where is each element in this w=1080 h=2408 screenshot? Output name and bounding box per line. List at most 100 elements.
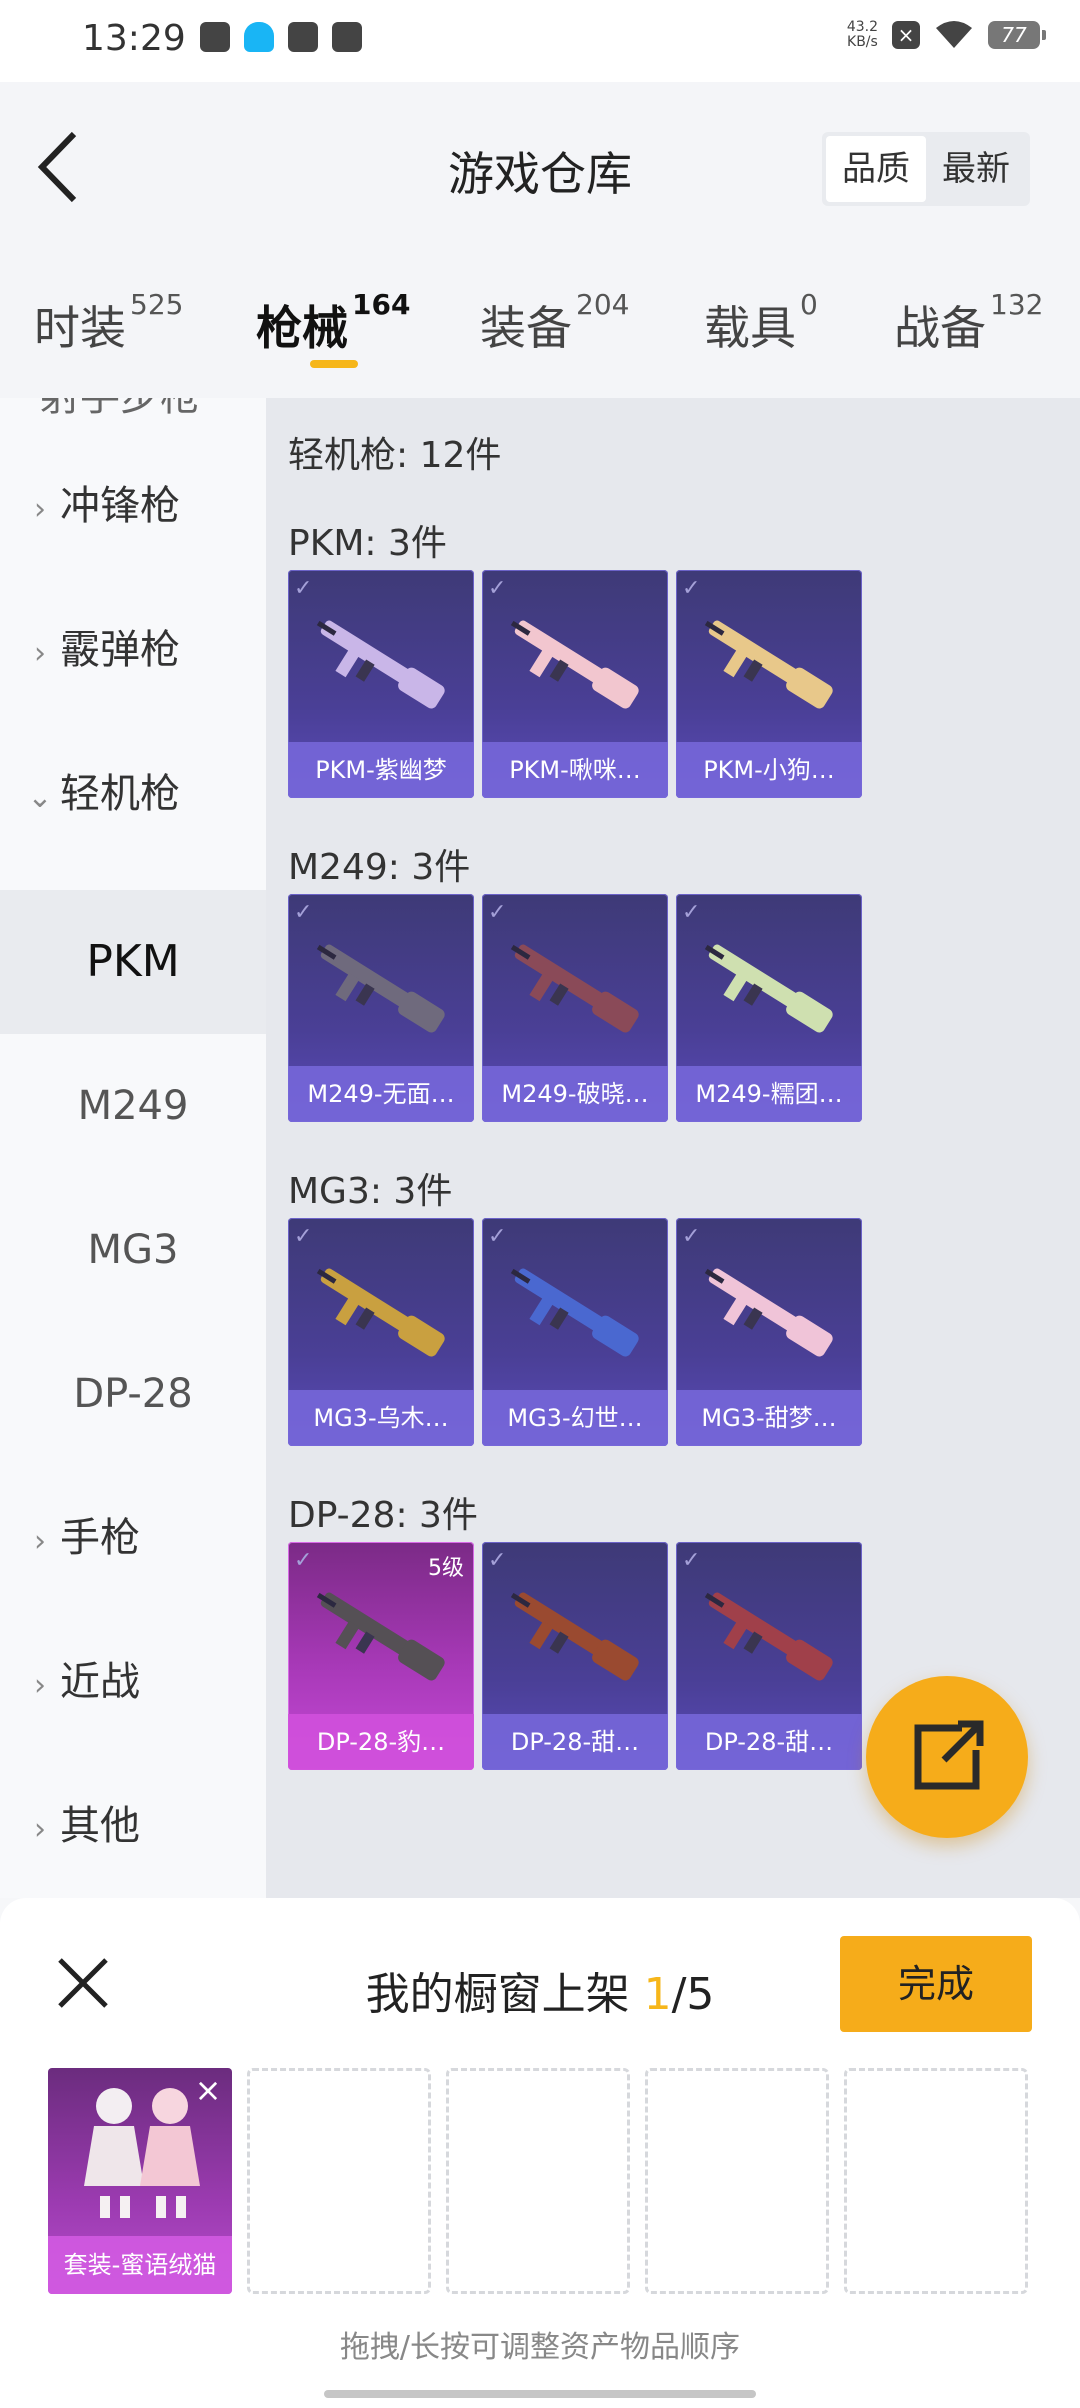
item-card[interactable]: ✓ M249-糯团…	[676, 894, 862, 1122]
tab-label: 战备	[894, 301, 986, 355]
close-box-icon: ×	[892, 21, 920, 49]
tab-label: 载具	[704, 301, 796, 355]
share-button[interactable]	[866, 1676, 1028, 1838]
tab-label: 时装	[34, 301, 126, 355]
item-name: DP-28-甜…	[482, 1714, 668, 1770]
gun-thumbnail	[704, 1592, 833, 1681]
sidebar-item-pistol[interactable]: › 手枪	[0, 1466, 266, 1610]
sidebar-sub-m249[interactable]: M249	[0, 1034, 266, 1178]
sort-newest-button[interactable]: 最新	[926, 136, 1026, 202]
chevron-right-icon: ›	[34, 492, 46, 527]
item-card[interactable]: ✓ MG3-幻世…	[482, 1218, 668, 1446]
tab-count: 204	[576, 288, 630, 321]
header: 游戏仓库 品质 最新	[0, 82, 1080, 252]
showcase-slot-2[interactable]	[247, 2068, 431, 2294]
gun-thumbnail	[704, 620, 833, 709]
chevron-right-icon: ›	[34, 1668, 46, 1703]
done-button[interactable]: 完成	[840, 1936, 1032, 2032]
category-tabs: 时装 525 枪械 164 装备 204 载具 0 战备 132	[0, 252, 1080, 398]
tab-guns[interactable]: 枪械 164	[256, 288, 410, 358]
item-name: PKM-紫幽梦	[288, 742, 474, 798]
showcase-slot-4[interactable]	[645, 2068, 829, 2294]
checkmark-icon: ✓	[682, 576, 701, 601]
gun-thumbnail	[510, 1268, 639, 1357]
gun-thumbnail	[704, 944, 833, 1033]
checkmark-icon: ✓	[294, 1224, 313, 1249]
item-name: DP-28-豹…	[288, 1714, 474, 1770]
item-name: MG3-幻世…	[482, 1390, 668, 1446]
checkmark-icon: ✓	[682, 1224, 701, 1249]
gun-thumbnail	[316, 1592, 445, 1681]
group-title: DP-28: 3件	[288, 1495, 478, 1536]
item-name: M249-糯团…	[676, 1066, 862, 1122]
tab-count: 132	[990, 288, 1044, 321]
showcase-slot-5[interactable]	[844, 2068, 1028, 2294]
tab-count: 525	[130, 288, 184, 321]
network-speed-value: 43.2	[846, 19, 878, 35]
item-card[interactable]: ✓ PKM-啾咪…	[482, 570, 668, 798]
tab-label: 装备	[480, 301, 572, 355]
item-card[interactable]: ✓ 5级 DP-28-豹…	[288, 1542, 474, 1770]
item-name: PKM-小狗…	[676, 742, 862, 798]
app-icon	[288, 22, 318, 52]
item-card[interactable]: ✓ MG3-甜梦…	[676, 1218, 862, 1446]
sidebar-item-other[interactable]: › 其他	[0, 1754, 266, 1898]
checkmark-icon: ✓	[682, 1548, 701, 1573]
item-card[interactable]: ✓ DP-28-甜…	[482, 1542, 668, 1770]
sidebar-sub-mg3[interactable]: MG3	[0, 1178, 266, 1322]
item-name: M249-无面…	[288, 1066, 474, 1122]
remove-icon[interactable]: ×	[190, 2072, 226, 2108]
category-summary: 轻机枪: 12件	[288, 435, 502, 476]
sidebar-item-lmg[interactable]: ⌄ 轻机枪	[0, 722, 266, 866]
item-name: PKM-啾咪…	[482, 742, 668, 798]
qq-icon	[244, 22, 274, 52]
checkmark-icon: ✓	[682, 900, 701, 925]
showcase-slot-1[interactable]: × 套装-蜜语绒猫	[48, 2068, 232, 2294]
sidebar-item-partial[interactable]: 射手步枪	[40, 398, 200, 422]
sidebar-sub-dp28[interactable]: DP-28	[0, 1322, 266, 1466]
sidebar-item-label: 其他	[60, 1803, 140, 1849]
item-card[interactable]: ✓ DP-28-甜…	[676, 1542, 862, 1770]
checkmark-icon: ✓	[488, 900, 507, 925]
chevron-right-icon: ›	[34, 1812, 46, 1847]
network-speed: 43.2 KB/s	[847, 20, 878, 50]
tab-fashion[interactable]: 时装 525	[34, 288, 183, 358]
status-bar: 13:29 43.2 KB/s × 77	[0, 0, 1080, 82]
sidebar-sub-pkm[interactable]: PKM	[0, 890, 266, 1034]
item-card[interactable]: ✓ M249-无面…	[288, 894, 474, 1122]
item-name: DP-28-甜…	[676, 1714, 862, 1770]
tab-count: 164	[352, 288, 411, 321]
battery-level: 77	[1001, 23, 1027, 47]
showcase-slot-3[interactable]	[446, 2068, 630, 2294]
sidebar-item-smg[interactable]: › 冲锋枪	[0, 434, 266, 578]
gallery-icon	[200, 22, 230, 52]
tab-equipment[interactable]: 装备 204	[480, 288, 629, 358]
checkmark-icon: ✓	[488, 1548, 507, 1573]
chevron-right-icon: ›	[34, 636, 46, 671]
gun-thumbnail	[510, 944, 639, 1033]
checkmark-icon: ✓	[488, 1224, 507, 1249]
home-indicator	[324, 2390, 756, 2398]
checkmark-icon: ✓	[488, 576, 507, 601]
item-card[interactable]: ✓ PKM-紫幽梦	[288, 570, 474, 798]
tab-supplies[interactable]: 战备 132	[894, 288, 1043, 358]
showcase-count-current: 1	[643, 1969, 672, 2020]
item-card[interactable]: ✓ MG3-乌木…	[288, 1218, 474, 1446]
gun-thumbnail	[316, 1268, 445, 1357]
chevron-down-icon: ⌄	[27, 780, 53, 815]
sidebar-item-label: 冲锋枪	[60, 483, 180, 529]
network-speed-unit: KB/s	[847, 34, 878, 50]
sidebar-item-shotgun[interactable]: › 霰弹枪	[0, 578, 266, 722]
slot-label: 套装-蜜语绒猫	[48, 2236, 232, 2294]
sort-quality-button[interactable]: 品质	[826, 136, 926, 202]
share-icon	[914, 1720, 984, 1790]
gun-thumbnail	[510, 1592, 639, 1681]
tab-vehicles[interactable]: 载具 0	[704, 288, 818, 358]
item-name: M249-破晓…	[482, 1066, 668, 1122]
sidebar-item-melee[interactable]: › 近战	[0, 1610, 266, 1754]
sidebar: 射手步枪 › 冲锋枪 › 霰弹枪 ⌄轻机枪 PKM M249 MG3 DP-28 ›…	[0, 398, 266, 1898]
clock: 13:29	[82, 18, 186, 59]
item-card[interactable]: ✓ PKM-小狗…	[676, 570, 862, 798]
wifi-icon	[936, 21, 972, 48]
item-card[interactable]: ✓ M249-破晓…	[482, 894, 668, 1122]
